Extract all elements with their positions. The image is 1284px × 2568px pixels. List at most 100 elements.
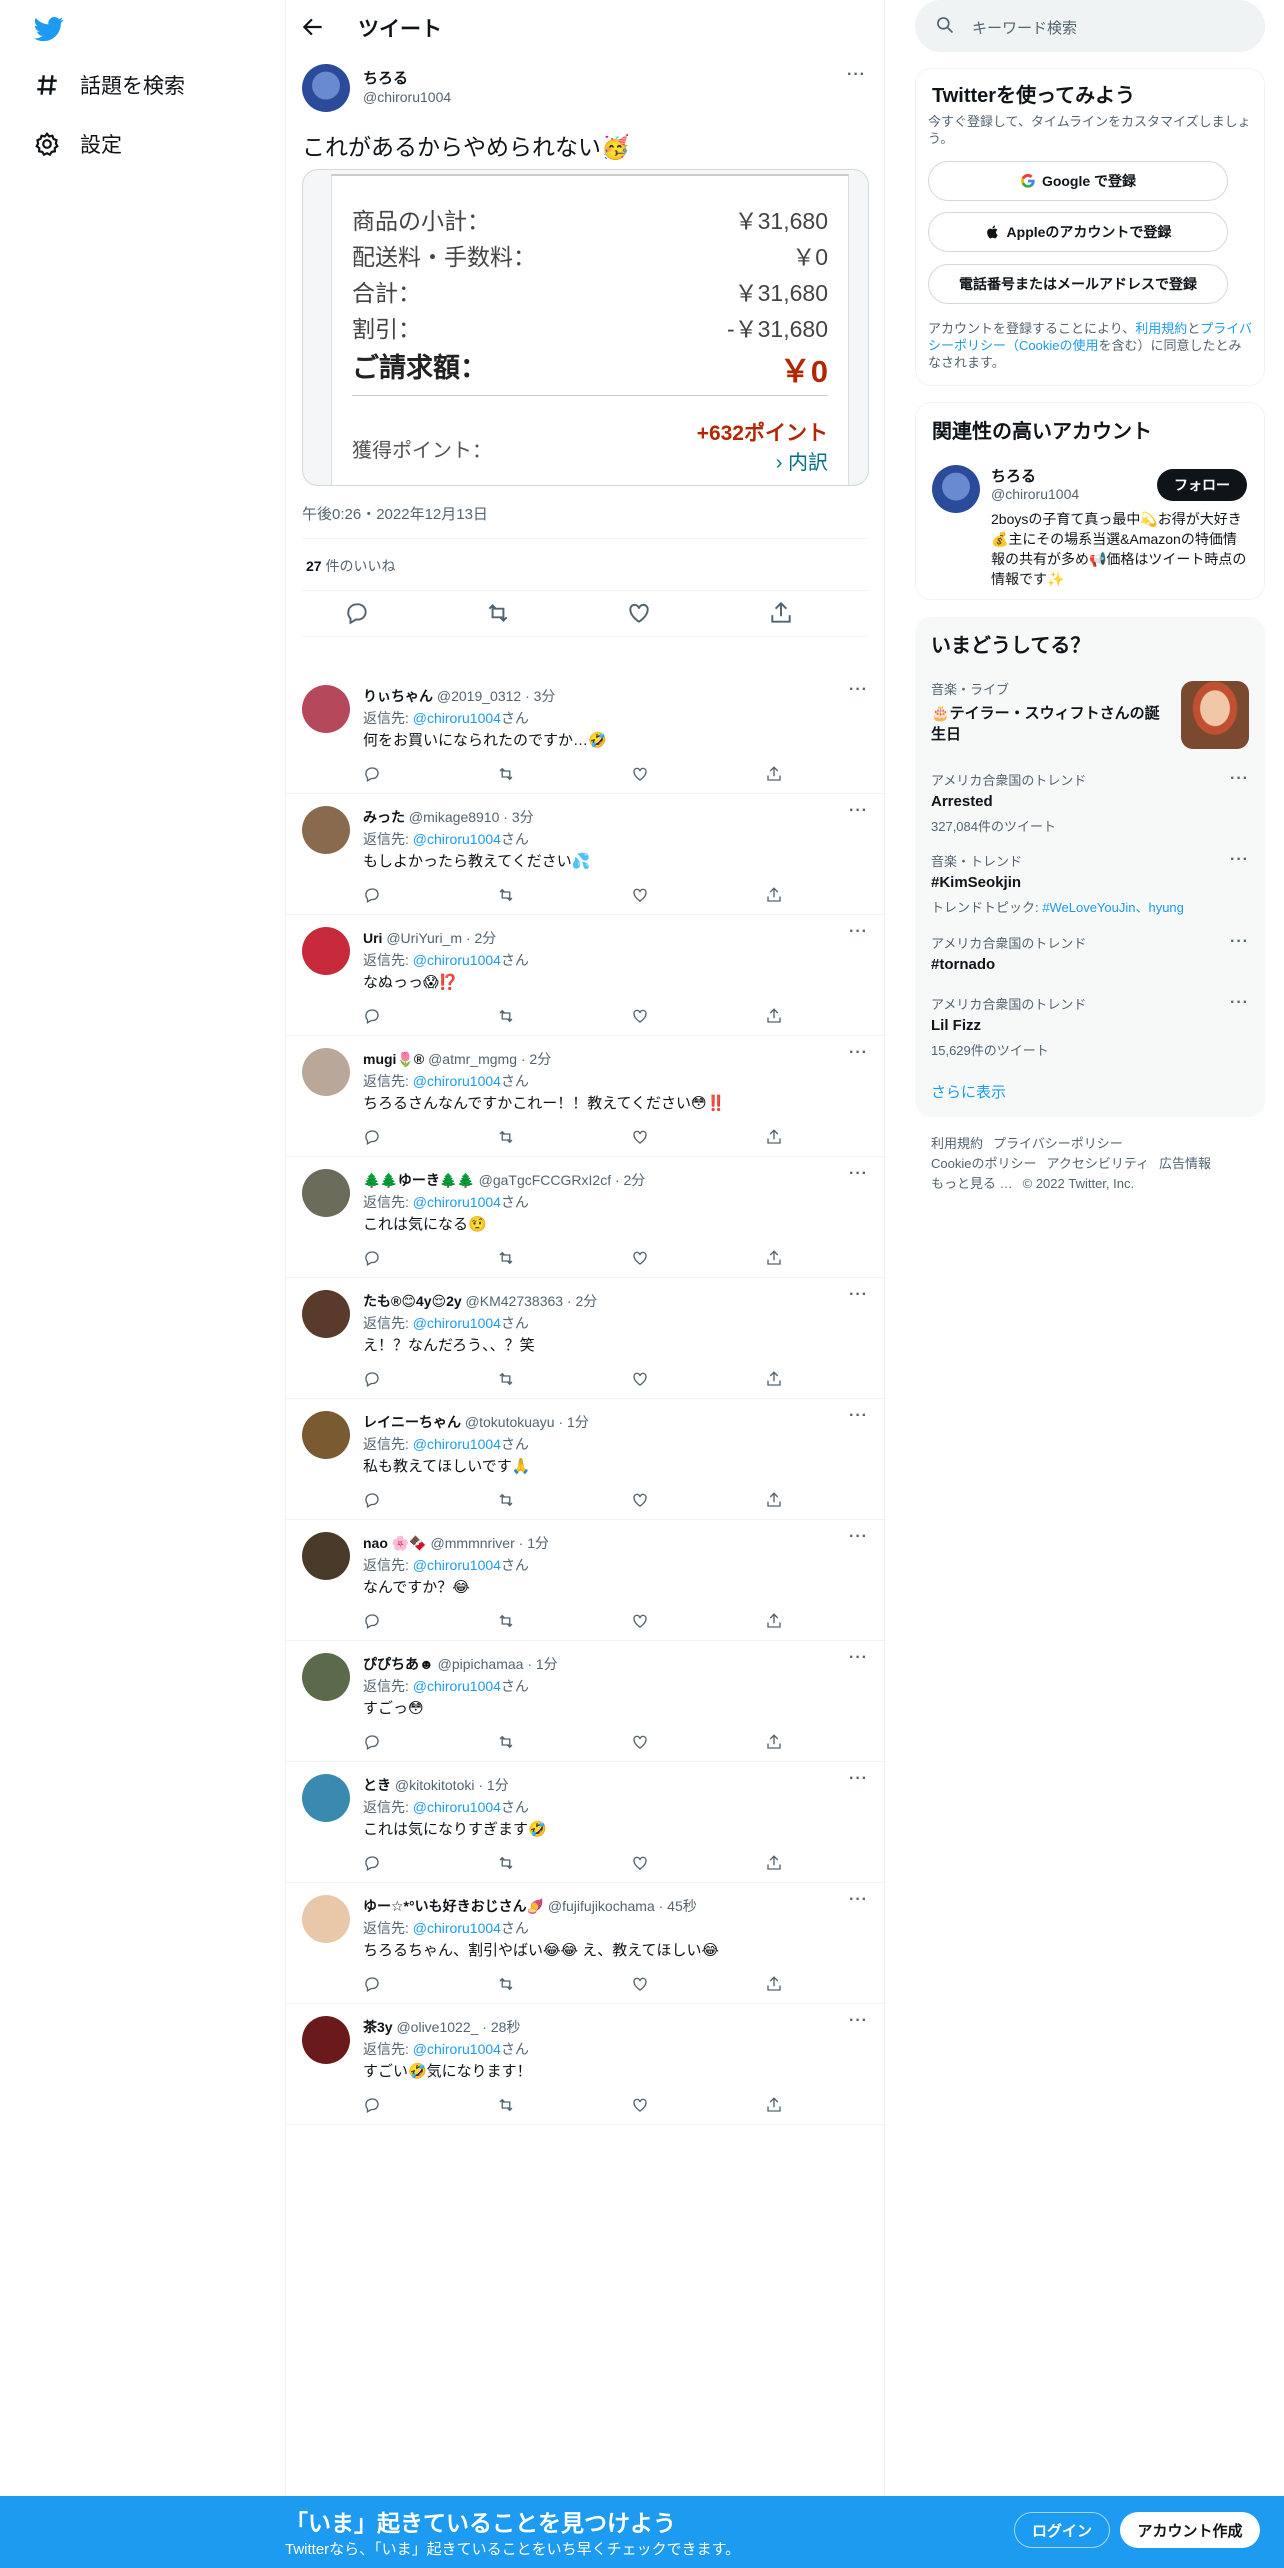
- more-options-icon[interactable]: ···: [849, 1407, 868, 1425]
- more-options-icon[interactable]: ···: [847, 66, 866, 84]
- retweet-icon[interactable]: [497, 1491, 515, 1509]
- reply-to-handle[interactable]: @chiroru1004: [413, 2041, 501, 2057]
- like-icon[interactable]: [631, 886, 649, 904]
- reply-author-name[interactable]: りぃちゃん: [363, 688, 433, 704]
- reply-author-name[interactable]: Uri: [363, 930, 382, 946]
- follow-button[interactable]: フォロー: [1157, 469, 1247, 501]
- share-icon[interactable]: [765, 1249, 783, 1267]
- more-options-icon[interactable]: ···: [849, 1891, 868, 1909]
- reply-tweet[interactable]: レイニーちゃん @tokutokuayu · 1分 返信先: @chiroru10…: [286, 1399, 886, 1520]
- reply-author-name[interactable]: みった: [363, 809, 405, 825]
- reply-avatar[interactable]: [302, 806, 350, 854]
- reply-tweet[interactable]: nao 🌸🍫 @mmmnriver · 1分 返信先: @chiroru1004さ…: [286, 1520, 886, 1641]
- more-options-icon[interactable]: ···: [849, 1649, 868, 1667]
- twitter-bird-icon[interactable]: [32, 14, 66, 44]
- retweet-icon[interactable]: [497, 765, 515, 783]
- trend-item[interactable]: 音楽・ライブ 🎂テイラー・スウィフトさんの誕生日: [931, 679, 1249, 749]
- footer-terms-link[interactable]: 利用規約: [931, 1136, 983, 1151]
- author-avatar[interactable]: [302, 64, 350, 112]
- reply-author-name[interactable]: ゆー☆*°いも好きおじさん🍠: [363, 1898, 544, 1914]
- trend-topic-link[interactable]: #WeLoveYouJin、hyung: [1042, 900, 1184, 915]
- share-icon[interactable]: [765, 1007, 783, 1025]
- retweet-icon[interactable]: [497, 1975, 515, 1993]
- reply-avatar[interactable]: [302, 1169, 350, 1217]
- share-icon[interactable]: [765, 1733, 783, 1751]
- trend-item[interactable]: アメリカ合衆国のトレンド Lil Fizz 15,629件のツイート ···: [931, 994, 1249, 1059]
- reply-to-handle[interactable]: @chiroru1004: [413, 1315, 501, 1331]
- reply-avatar[interactable]: [302, 1653, 350, 1701]
- retweet-icon[interactable]: [497, 1370, 515, 1388]
- apple-signup-button[interactable]: Appleのアカウントで登録: [928, 212, 1228, 252]
- reply-icon[interactable]: [363, 1007, 381, 1025]
- like-icon[interactable]: [631, 1128, 649, 1146]
- like-icon[interactable]: [631, 1975, 649, 1993]
- reply-icon[interactable]: [363, 1249, 381, 1267]
- retweet-icon[interactable]: [497, 1128, 515, 1146]
- tweet-image[interactable]: 商品の小計： ￥31,680 配送料・手数料： ￥0 合計： ￥31,680 割引： -…: [302, 169, 869, 486]
- reply-icon[interactable]: [363, 765, 381, 783]
- related-handle[interactable]: @chiroru1004: [991, 486, 1079, 502]
- reply-to-handle[interactable]: @chiroru1004: [413, 710, 501, 726]
- reply-to-handle[interactable]: @chiroru1004: [413, 831, 501, 847]
- nav-explore[interactable]: 話題を検索: [34, 70, 185, 100]
- more-options-icon[interactable]: ···: [1230, 994, 1249, 1012]
- google-signup-button[interactable]: Google で登録: [928, 161, 1228, 201]
- like-icon[interactable]: [631, 1612, 649, 1630]
- phone-signup-button[interactable]: 電話番号またはメールアドレスで登録: [928, 264, 1228, 304]
- reply-author-name[interactable]: ぴぴちあ☻: [363, 1656, 434, 1672]
- share-icon[interactable]: [765, 1975, 783, 1993]
- share-icon[interactable]: [768, 600, 794, 626]
- retweet-icon[interactable]: [497, 1007, 515, 1025]
- reply-icon[interactable]: [363, 1612, 381, 1630]
- share-icon[interactable]: [765, 1128, 783, 1146]
- reply-avatar[interactable]: [302, 1048, 350, 1096]
- reply-icon[interactable]: [363, 2096, 381, 2114]
- retweet-icon[interactable]: [497, 2096, 515, 2114]
- share-icon[interactable]: [765, 1370, 783, 1388]
- reply-author-name[interactable]: たも®😊4y😌2y: [363, 1293, 462, 1309]
- reply-tweet[interactable]: 茶3y @olive1022_ · 28秒 返信先: @chiroru1004さん…: [286, 2004, 886, 2125]
- show-more-link[interactable]: さらに表示: [931, 1081, 1006, 1102]
- reply-avatar[interactable]: [302, 1290, 350, 1338]
- reply-to-handle[interactable]: @chiroru1004: [413, 1799, 501, 1815]
- author-handle[interactable]: @chiroru1004: [363, 89, 451, 105]
- author-name[interactable]: ちろる: [363, 67, 408, 88]
- retweet-icon[interactable]: [497, 1854, 515, 1872]
- footer-accessibility-link[interactable]: アクセシビリティ: [1046, 1156, 1149, 1171]
- reply-tweet[interactable]: ぴぴちあ☻ @pipichamaa · 1分 返信先: @chiroru1004さ…: [286, 1641, 886, 1762]
- reply-avatar[interactable]: [302, 1532, 350, 1580]
- reply-to-handle[interactable]: @chiroru1004: [413, 1073, 501, 1089]
- reply-tweet[interactable]: ゆー☆*°いも好きおじさん🍠 @fujifujikochama · 45秒 返信先…: [286, 1883, 886, 2004]
- reply-author-name[interactable]: nao 🌸🍫: [363, 1535, 427, 1551]
- more-options-icon[interactable]: ···: [849, 802, 868, 820]
- retweet-icon[interactable]: [497, 1249, 515, 1267]
- reply-icon[interactable]: [363, 1975, 381, 1993]
- reply-icon[interactable]: [363, 1733, 381, 1751]
- related-avatar[interactable]: [932, 465, 980, 513]
- footer-cookie-link[interactable]: Cookieのポリシー: [931, 1156, 1036, 1171]
- reply-tweet[interactable]: たも®😊4y😌2y @KM42738363 · 2分 返信先: @chiroru1…: [286, 1278, 886, 1399]
- trend-item[interactable]: 音楽・トレンド #KimSeokjin トレンドトピック: #WeLoveYou…: [931, 851, 1249, 916]
- more-options-icon[interactable]: ···: [849, 923, 868, 941]
- share-icon[interactable]: [765, 1491, 783, 1509]
- like-icon[interactable]: [631, 1854, 649, 1872]
- reply-avatar[interactable]: [302, 1895, 350, 1943]
- reply-tweet[interactable]: みった @mikage8910 · 3分 返信先: @chiroru1004さんも…: [286, 794, 886, 915]
- share-icon[interactable]: [765, 2096, 783, 2114]
- reply-author-name[interactable]: 茶3y: [363, 2019, 393, 2035]
- like-icon[interactable]: [631, 1733, 649, 1751]
- search-box[interactable]: キーワード検索: [915, 0, 1265, 52]
- reply-author-name[interactable]: 🌲🌲ゆーき🌲🌲: [363, 1172, 475, 1188]
- footer-privacy-link[interactable]: プライバシーポリシー: [993, 1136, 1123, 1151]
- more-options-icon[interactable]: ···: [849, 1165, 868, 1183]
- reply-to-handle[interactable]: @chiroru1004: [413, 1678, 501, 1694]
- reply-to-handle[interactable]: @chiroru1004: [413, 1436, 501, 1452]
- more-options-icon[interactable]: ···: [849, 1528, 868, 1546]
- reply-to-handle[interactable]: @chiroru1004: [413, 952, 501, 968]
- like-icon[interactable]: [631, 2096, 649, 2114]
- retweet-icon[interactable]: [485, 600, 511, 626]
- reply-author-name[interactable]: とき: [363, 1777, 391, 1793]
- reply-avatar[interactable]: [302, 927, 350, 975]
- footer-more-link[interactable]: もっと見る …: [931, 1176, 1013, 1191]
- reply-to-handle[interactable]: @chiroru1004: [413, 1194, 501, 1210]
